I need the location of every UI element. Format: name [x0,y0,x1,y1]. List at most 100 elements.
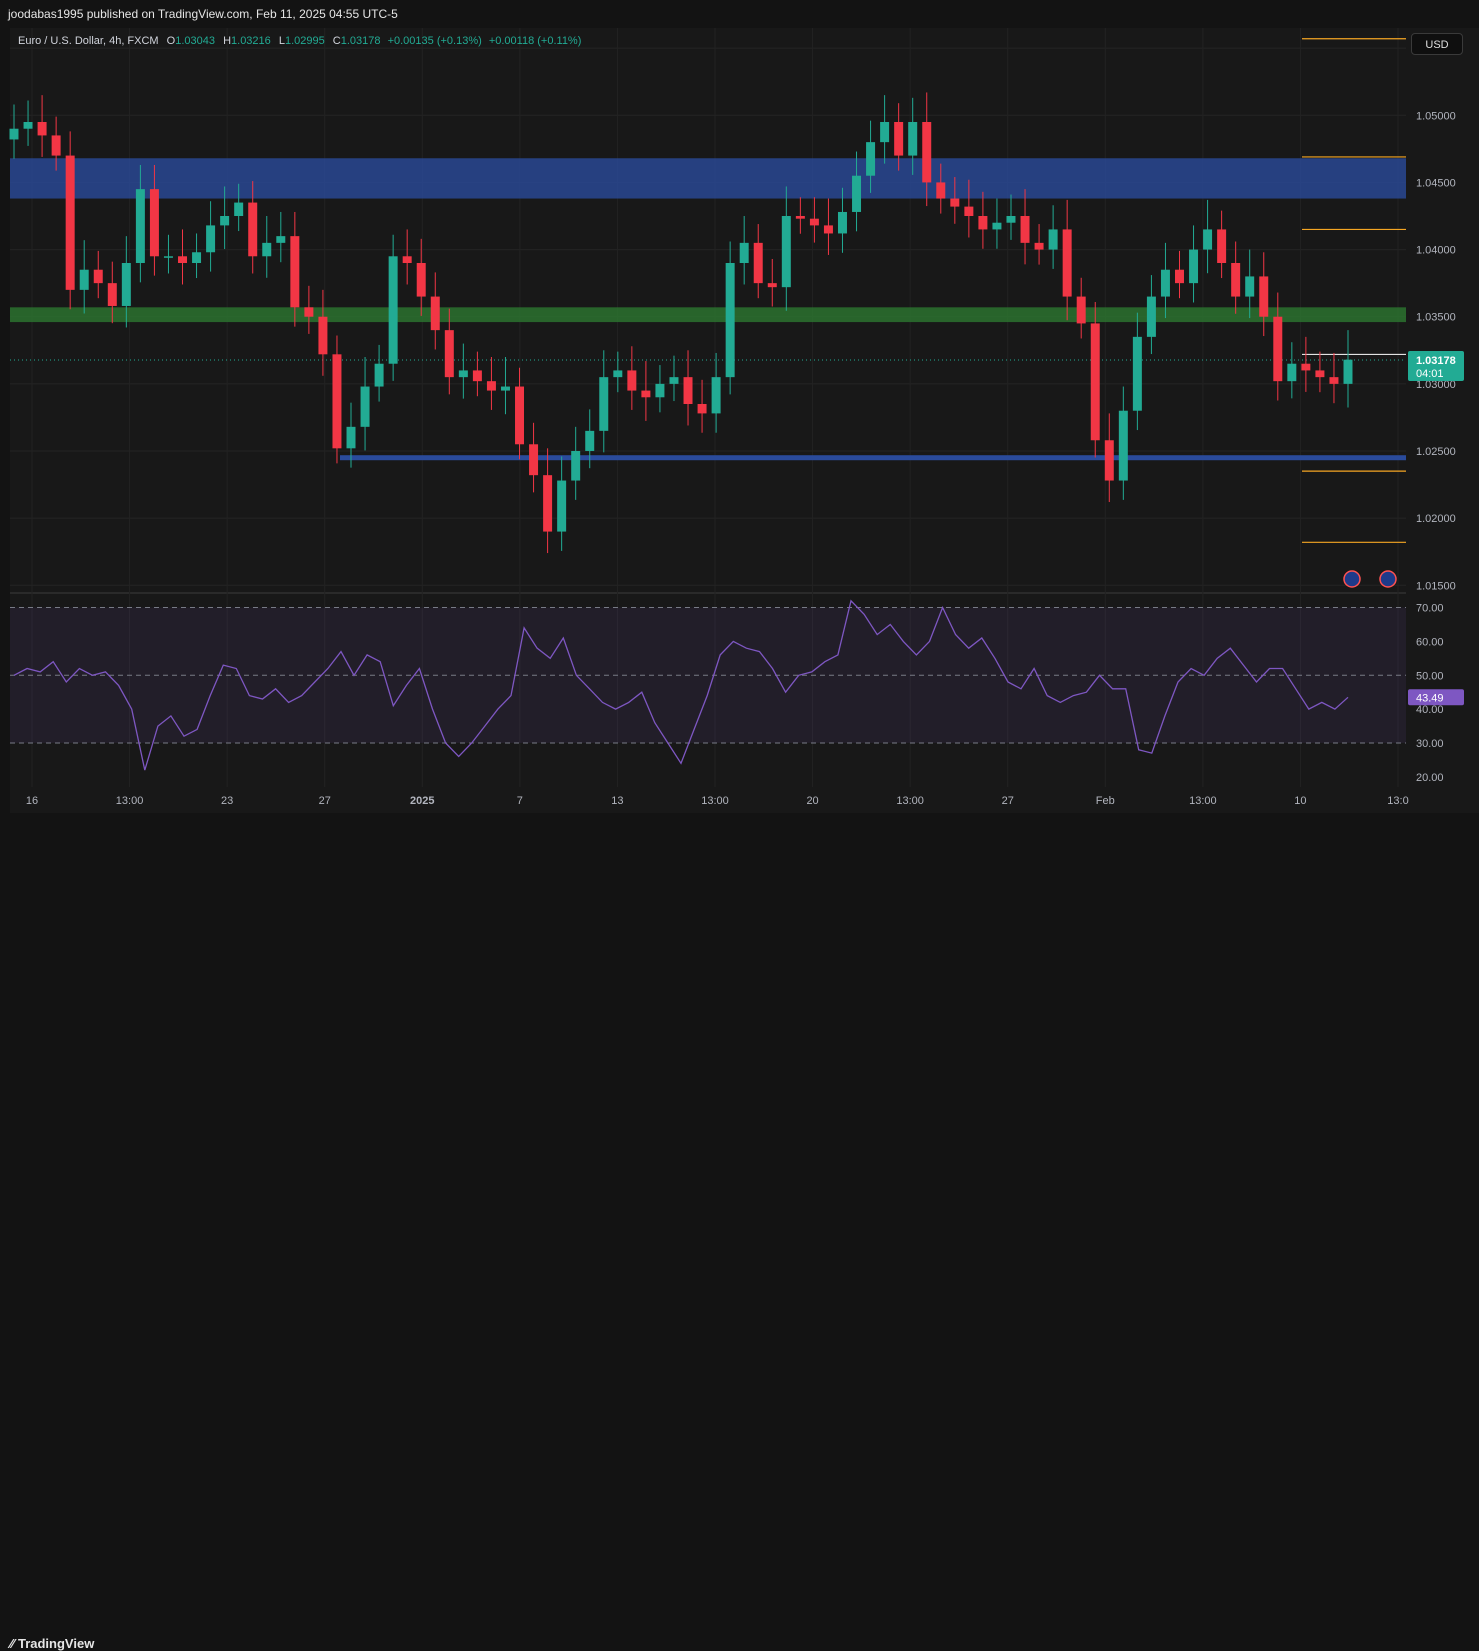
candle-body [1259,276,1269,317]
candle-body [458,370,468,378]
price-tick-label: 1.02500 [1416,446,1456,458]
tradingview-logo[interactable]: ⁄⁄ TradingView [10,1636,94,1651]
candle-body [332,354,342,449]
candle-body [1020,216,1030,243]
last-price-countdown: 04:01 [1416,368,1444,380]
candle-body [515,386,525,445]
candle-body [304,307,314,317]
candle-body [374,363,384,387]
price-tick-label: 1.04500 [1416,177,1456,189]
candle-body [1104,440,1114,481]
candle-body [444,330,454,378]
price-tick-label: 1.05000 [1416,110,1456,122]
candle-body [613,370,623,378]
candle-body [318,316,328,355]
candle-body [234,202,244,216]
time-tick-label: 13:00 [116,795,144,807]
candle-body [852,175,862,212]
support-line [340,455,1406,461]
candle-body [1062,229,1072,297]
candle-body [1217,229,1227,263]
supply-zone [10,158,1406,199]
candle-body [135,189,145,263]
candle-body [585,430,595,451]
candle-body [683,377,693,404]
candle-body [992,222,1002,230]
demand-zone [10,307,1406,323]
tradingview-logo-icon: ⁄⁄ [10,1636,18,1651]
candle-body [1231,263,1241,297]
candle-body [880,122,890,143]
candle-body [936,182,946,199]
candle-body [978,216,988,230]
high-label: H [223,35,232,47]
rsi-tick-label: 50.00 [1416,670,1444,682]
candle-body [51,135,61,156]
candle-body [725,263,735,378]
candle-body [206,225,216,253]
candle-body [121,263,131,306]
candle-body [964,206,974,216]
rsi-tick-label: 20.00 [1416,772,1444,784]
candle-body [781,216,791,288]
currency-button[interactable]: USD [1411,33,1463,55]
candle-body [823,225,833,234]
candle-body [795,216,805,219]
time-tick-label: 27 [1002,795,1014,807]
candle-body [430,296,440,331]
symbol-legend: Euro / U.S. Dollar, 4h, FXCM O1.03043 H1… [18,35,581,47]
chart-svg: 1.055001.050001.045001.040001.035001.030… [9,28,1464,807]
candle-body [1034,242,1044,250]
time-tick-label: 23 [221,795,233,807]
time-tick-label: 13:00 [1189,795,1217,807]
candle-body [37,122,47,136]
price-tick-label: 1.04000 [1416,245,1456,257]
price-tick-label: 1.03500 [1416,312,1456,324]
candle-body [697,404,707,414]
candle-body [1189,249,1199,284]
candle-body [1146,296,1156,337]
time-tick-label: 13:00 [896,795,924,807]
candle-body [922,122,932,183]
candle-body [894,122,904,156]
time-tick-label: 13 [611,795,623,807]
candle-body [1006,216,1016,223]
candle-body [486,381,496,391]
time-tick-label: 20 [806,795,818,807]
candle-body [23,122,33,129]
last-price-value: 1.03178 [1416,355,1456,367]
candle-body [192,252,202,263]
candle-body [627,370,637,391]
candle-body [1301,363,1311,371]
low-value: 1.02995 [284,35,325,47]
candle-body [9,128,19,140]
candle-body [1245,276,1255,297]
candle-body [262,242,272,257]
change-value: +0.00135 (+0.13%) [387,35,482,47]
high-value: 1.03216 [231,35,271,47]
candle-body [1160,269,1170,297]
candle-body [220,216,230,226]
candle-body [472,370,482,382]
close-label: C [332,35,341,47]
time-tick-label: 7 [517,795,523,807]
time-tick-label: 2025 [410,795,434,807]
candle-body [416,263,426,297]
candle-body [753,242,763,284]
open-value: 1.03043 [175,35,215,47]
time-tick-label: 13:0 [1387,795,1408,807]
change-value-2: +0.00118 (+0.11%) [488,35,582,47]
candle-body [599,377,609,431]
candle-body [388,256,398,364]
candle-body [908,122,918,156]
time-tick-label: 13:00 [701,795,729,807]
price-tick-label: 1.01500 [1416,580,1456,592]
candle-body [1287,363,1297,382]
candle-body [163,256,173,258]
time-tick-label: 10 [1294,795,1306,807]
candle-body [65,155,75,290]
candle-body [248,202,258,257]
open-label: O [166,35,176,47]
candle-body [641,390,651,398]
candle-body [1343,359,1353,384]
